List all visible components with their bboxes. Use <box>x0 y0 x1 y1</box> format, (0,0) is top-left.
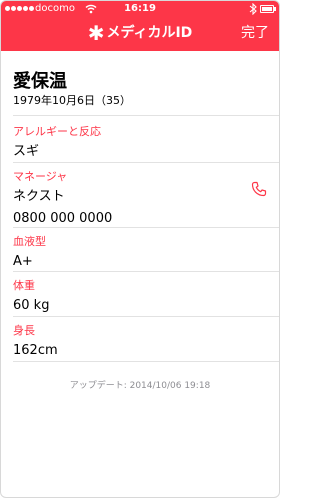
section-manager: マネージャ ネクスト 0800 000 0000 <box>13 170 279 228</box>
blood-type-value: A+ <box>13 254 33 269</box>
section-allergies: アレルギーと反応 スギ <box>13 125 279 161</box>
section-height: 身長 162cm <box>13 324 279 360</box>
divider <box>13 316 279 317</box>
divider <box>13 115 279 116</box>
manager-name: ネクスト <box>13 189 65 204</box>
header-bar: docomo 16:19 ✱ メディカルID 完了 <box>1 1 279 51</box>
nav-title-text: メディカルID <box>106 25 193 41</box>
allergies-label: アレルギーと反応 <box>13 125 101 138</box>
weight-label: 体重 <box>13 279 35 292</box>
medical-asterisk-icon: ✱ <box>87 21 105 45</box>
screen: docomo 16:19 ✱ メディカルID 完了 愛保温 1979年10月6日（… <box>0 0 280 498</box>
height-label: 身長 <box>13 324 35 337</box>
last-updated-text: アップデート: 2014/10/06 19:18 <box>69 381 211 391</box>
status-time: 16:19 <box>124 3 156 14</box>
profile-name: 愛保温 <box>13 71 67 92</box>
divider <box>13 162 279 163</box>
height-value: 162cm <box>13 343 58 358</box>
allergies-value: スギ <box>13 144 40 159</box>
divider <box>13 227 279 228</box>
divider <box>13 361 279 362</box>
blood-type-label: 血液型 <box>13 235 46 248</box>
done-button[interactable]: 完了 <box>241 23 269 43</box>
status-bar: docomo 16:19 <box>1 1 279 17</box>
battery-icon <box>260 5 276 13</box>
weight-value: 60 kg <box>13 298 50 313</box>
nav-title: ✱ メディカルID <box>1 23 279 43</box>
section-weight: 体重 60 kg <box>13 279 279 315</box>
profile-birthdate: 1979年10月6日（35） <box>13 94 131 107</box>
phone-icon[interactable] <box>251 181 267 197</box>
section-blood-type: 血液型 A+ <box>13 235 279 271</box>
manager-phone-number[interactable]: 0800 000 0000 <box>13 210 279 228</box>
bluetooth-icon <box>249 3 257 15</box>
manager-label: マネージャ <box>13 170 68 183</box>
divider <box>13 271 279 272</box>
